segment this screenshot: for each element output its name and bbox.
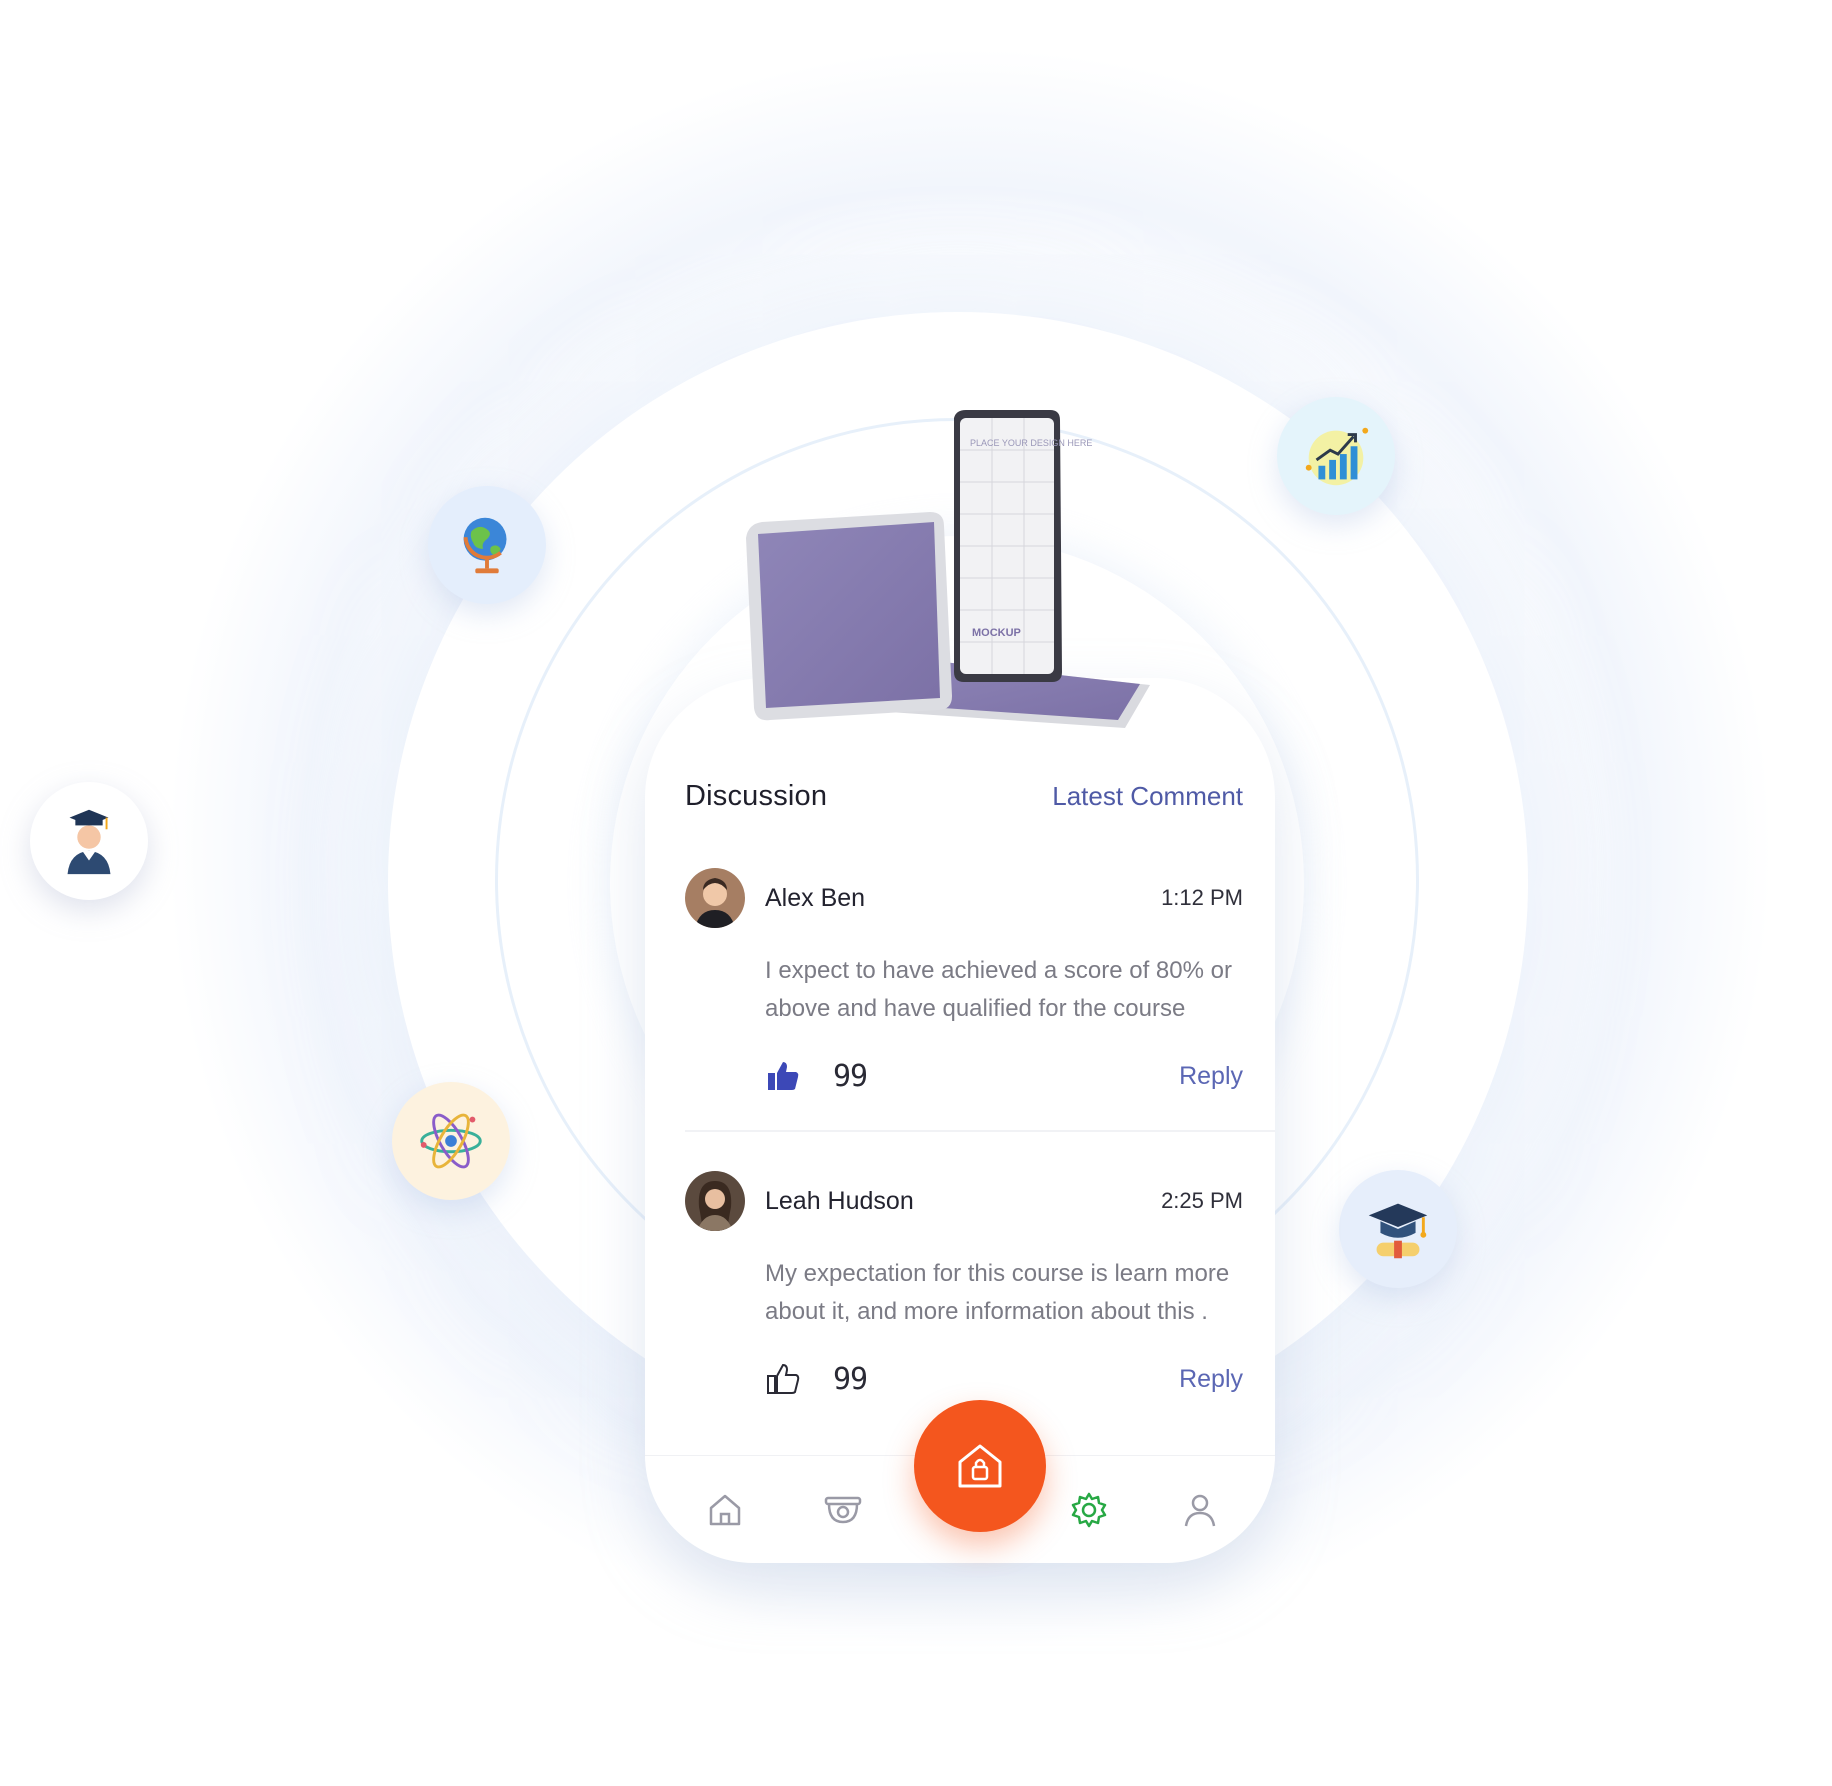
mockup-placeholder-text: PLACE YOUR DESIGN HERE [970, 438, 1092, 448]
home-icon[interactable] [705, 1490, 745, 1530]
camera-icon[interactable] [823, 1490, 863, 1530]
comment-item: Alex Ben 1:12 PM I expect to have achiev… [685, 868, 1243, 1094]
graduation-cap-icon [1368, 1203, 1428, 1259]
discussion-header: Discussion Latest Comment [685, 780, 1243, 813]
avatar[interactable] [685, 868, 745, 928]
atom-icon [420, 1113, 482, 1169]
thumbs-up-filled-icon[interactable] [765, 1058, 801, 1094]
globe-icon [463, 517, 507, 574]
comment-author: Alex Ben [765, 883, 866, 912]
comment-item: Leah Hudson 2:25 PM My expectation for t… [685, 1171, 1243, 1397]
growth-chart-icon [1305, 427, 1369, 486]
latest-comment-link[interactable]: Latest Comment [1052, 781, 1243, 812]
comment-text: My expectation for this course is learn … [765, 1260, 1230, 1325]
graduate-icon [67, 809, 111, 875]
lock-home-button[interactable] [914, 1400, 1046, 1532]
comment-divider [685, 1130, 1275, 1132]
comment-author: Leah Hudson [765, 1186, 914, 1215]
graduate-badge [30, 782, 148, 900]
mockup-label: MOCKUP [972, 627, 1021, 639]
profile-icon[interactable] [1180, 1490, 1220, 1530]
avatar[interactable] [685, 1171, 745, 1231]
growth-chart-badge [1277, 397, 1395, 515]
comment-time: 1:12 PM [1161, 885, 1243, 910]
quote-count: 99 [833, 1361, 868, 1397]
comment-text: I expect to have achieved a score of 80%… [765, 957, 1232, 1022]
diploma-badge [1339, 1170, 1457, 1288]
phone-mockup-illustration: PLACE YOUR DESIGN HERE MOCKUP [746, 410, 1150, 728]
thumbs-up-outline-icon[interactable] [765, 1361, 801, 1397]
lock-home-icon [958, 1444, 1002, 1488]
settings-icon[interactable] [1069, 1490, 1109, 1530]
comment-time: 2:25 PM [1161, 1188, 1243, 1213]
reply-button[interactable]: Reply [1179, 1062, 1243, 1091]
discussion-title: Discussion [685, 780, 828, 812]
reply-button[interactable]: Reply [1179, 1365, 1243, 1394]
globe-badge [428, 486, 546, 604]
atom-badge [392, 1082, 510, 1200]
quote-count: 99 [833, 1058, 868, 1094]
showcase-stage: PLACE YOUR DESIGN HERE MOCKUP Discussion… [0, 0, 1832, 1786]
